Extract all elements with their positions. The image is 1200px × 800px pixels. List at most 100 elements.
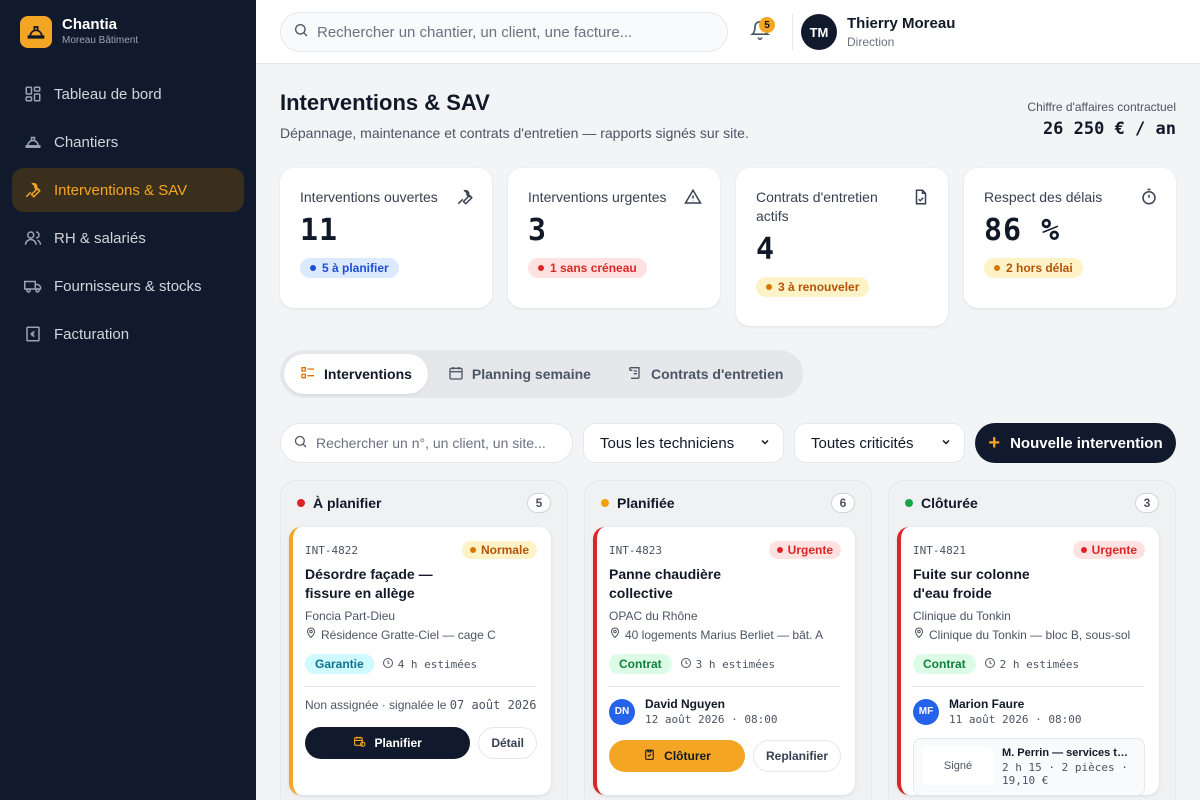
clipboard-check-icon: [643, 748, 656, 764]
kpi-value: 86 %: [984, 213, 1061, 248]
search-icon: [293, 434, 308, 452]
kpi-label: Interventions urgentes: [528, 189, 667, 205]
site-address: 40 logements Marius Berliet — bât. A: [609, 627, 841, 642]
tab-interventions[interactable]: Interventions: [284, 354, 428, 394]
estimate: 4 h estimées: [382, 657, 477, 672]
clock-icon: [680, 657, 692, 672]
close-intervention-button[interactable]: Clôturer: [609, 740, 745, 772]
sidebar-nav: Tableau de bord Chantiers Interventions …: [0, 64, 256, 368]
brand-subtitle: Moreau Bâtiment: [62, 35, 139, 46]
kpi-label: Interventions ouvertes: [300, 189, 438, 205]
scroll-icon: [627, 365, 643, 384]
intervention-title: Panne chaudière collective: [609, 566, 722, 601]
estimate: 3 h estimées: [680, 657, 775, 672]
kpi-card-contracts: Contrats d'entretien actifs 4 3 à renouv…: [736, 168, 948, 326]
page-title: Interventions & SAV: [280, 90, 490, 115]
calendar-icon: [448, 365, 464, 384]
view-tabs: Interventions Planning semaine Contrats …: [280, 350, 804, 398]
helmet-icon: [24, 133, 42, 151]
kpi-label: Respect des délais: [984, 189, 1103, 205]
wrench-icon: [456, 188, 474, 206]
helmet-logo-icon: [20, 16, 52, 48]
intervention-card[interactable]: INT-4821 Urgente Fuite sur colonne d'eau…: [897, 527, 1159, 796]
column-planned: Planifiée 6 INT-4823 Urgente Panne chaud…: [584, 480, 872, 800]
users-icon: [24, 229, 42, 247]
sidebar-item-label: Chantiers: [54, 133, 119, 151]
new-intervention-button[interactable]: + Nouvelle intervention: [975, 423, 1176, 463]
column-count: 3: [1135, 493, 1159, 513]
sidebar-item-fournisseurs[interactable]: Fournisseurs & stocks: [12, 264, 244, 308]
map-pin-icon: [609, 627, 621, 642]
column-closed: Clôturée 3 INT-4821 Urgente Fuite sur co…: [888, 480, 1176, 800]
kpi-value: 3: [528, 213, 548, 248]
tab-contracts[interactable]: Contrats d'entretien: [611, 354, 799, 394]
timer-icon: [1140, 188, 1158, 206]
site-address: Résidence Gratte-Ciel — cage C: [305, 627, 537, 642]
clock-icon: [984, 657, 996, 672]
calendar-clock-icon: [353, 735, 366, 751]
assigned-technician: MF Marion Faure 11 août 2026 · 08:00: [913, 697, 1145, 726]
sidebar-item-label: Fournisseurs & stocks: [54, 277, 202, 295]
kpi-badge: 5 à planifier: [300, 258, 399, 278]
clock-icon: [382, 657, 394, 672]
criticality-badge: Normale: [461, 541, 537, 559]
technician-avatar: MF: [913, 698, 939, 725]
intervention-card[interactable]: INT-4823 Urgente Panne chaudière collect…: [593, 527, 855, 795]
estimate: 2 h estimées: [984, 657, 1079, 672]
map-pin-icon: [305, 627, 317, 642]
header-divider: [792, 14, 793, 50]
user-role: Direction: [847, 35, 895, 49]
kpi-card-urgent: Interventions urgentes 3 1 sans créneau: [508, 168, 720, 308]
assigned-technician: DN David Nguyen 12 août 2026 · 08:00: [609, 697, 841, 726]
kpi-label: Contrats d'entretien actifs: [756, 189, 878, 224]
sidebar-item-interventions[interactable]: Interventions & SAV: [12, 168, 244, 212]
criticality-select[interactable]: Toutes criticités: [794, 423, 965, 463]
revenue-value: 26 250 € / an: [1042, 119, 1176, 139]
site-address: Clinique du Tonkin — bloc B, sous-sol: [913, 627, 1145, 642]
sidebar-item-facturation[interactable]: Facturation: [12, 312, 244, 356]
client-name: Foncia Part-Dieu: [305, 609, 396, 623]
column-count: 5: [527, 493, 551, 513]
sidebar-item-label: Facturation: [54, 325, 130, 343]
intervention-id: INT-4821: [913, 543, 966, 557]
technician-avatar: DN: [609, 698, 635, 725]
status-dot: [905, 499, 913, 507]
global-search-input[interactable]: Rechercher un chantier, un client, une f…: [280, 12, 728, 52]
brand[interactable]: Chantia Moreau Bâtiment: [0, 0, 256, 64]
sidebar-item-dashboard[interactable]: Tableau de bord: [12, 72, 244, 116]
page-subtitle: Dépannage, maintenance et contrats d'ent…: [280, 125, 749, 141]
plus-icon: +: [988, 431, 1001, 454]
user-avatar[interactable]: TM: [801, 14, 837, 50]
sidebar-item-rh[interactable]: RH & salariés: [12, 216, 244, 260]
tab-planning[interactable]: Planning semaine: [432, 354, 607, 394]
sidebar-item-chantiers[interactable]: Chantiers: [12, 120, 244, 164]
signed-report[interactable]: Signé M. Perrin — services techniques 2 …: [913, 738, 1145, 796]
client-name: Clinique du Tonkin: [913, 609, 1011, 623]
intervention-card[interactable]: INT-4822 Normale Désordre façade — fissu…: [289, 527, 551, 795]
card-divider: [609, 686, 841, 687]
search-icon: [293, 22, 309, 42]
criticality-badge: Urgente: [768, 541, 841, 559]
invoice-icon: [24, 325, 42, 343]
type-tag: Contrat: [609, 654, 672, 674]
technician-select[interactable]: Tous les techniciens: [583, 423, 784, 463]
chevron-down-icon: [759, 435, 771, 452]
detail-button[interactable]: Détail: [478, 727, 537, 759]
column-to-plan: À planifier 5 INT-4822 Normale Désordre …: [280, 480, 568, 800]
card-divider: [305, 686, 537, 687]
client-name: OPAC du Rhône: [609, 609, 698, 623]
intervention-title: Fuite sur colonne d'eau froide: [913, 566, 1030, 601]
technician-name: David Nguyen: [645, 697, 726, 711]
signatory-name: M. Perrin — services techniques: [1002, 747, 1132, 759]
column-header: Planifiée 6: [585, 481, 871, 525]
intervention-title: Désordre façade — fissure en allège: [305, 566, 433, 601]
column-header: À planifier 5: [281, 481, 567, 525]
reschedule-button[interactable]: Replanifier: [752, 740, 841, 772]
wrench-icon: [24, 181, 42, 199]
contract-icon: [912, 188, 930, 206]
intervention-search-input[interactable]: Rechercher un n°, un client, un site...: [280, 423, 573, 463]
user-name: Thierry Moreau: [847, 15, 956, 32]
technician-name: Marion Faure: [949, 697, 1025, 711]
type-tag: Garantie: [305, 654, 374, 674]
plan-button[interactable]: Planifier: [305, 727, 471, 759]
